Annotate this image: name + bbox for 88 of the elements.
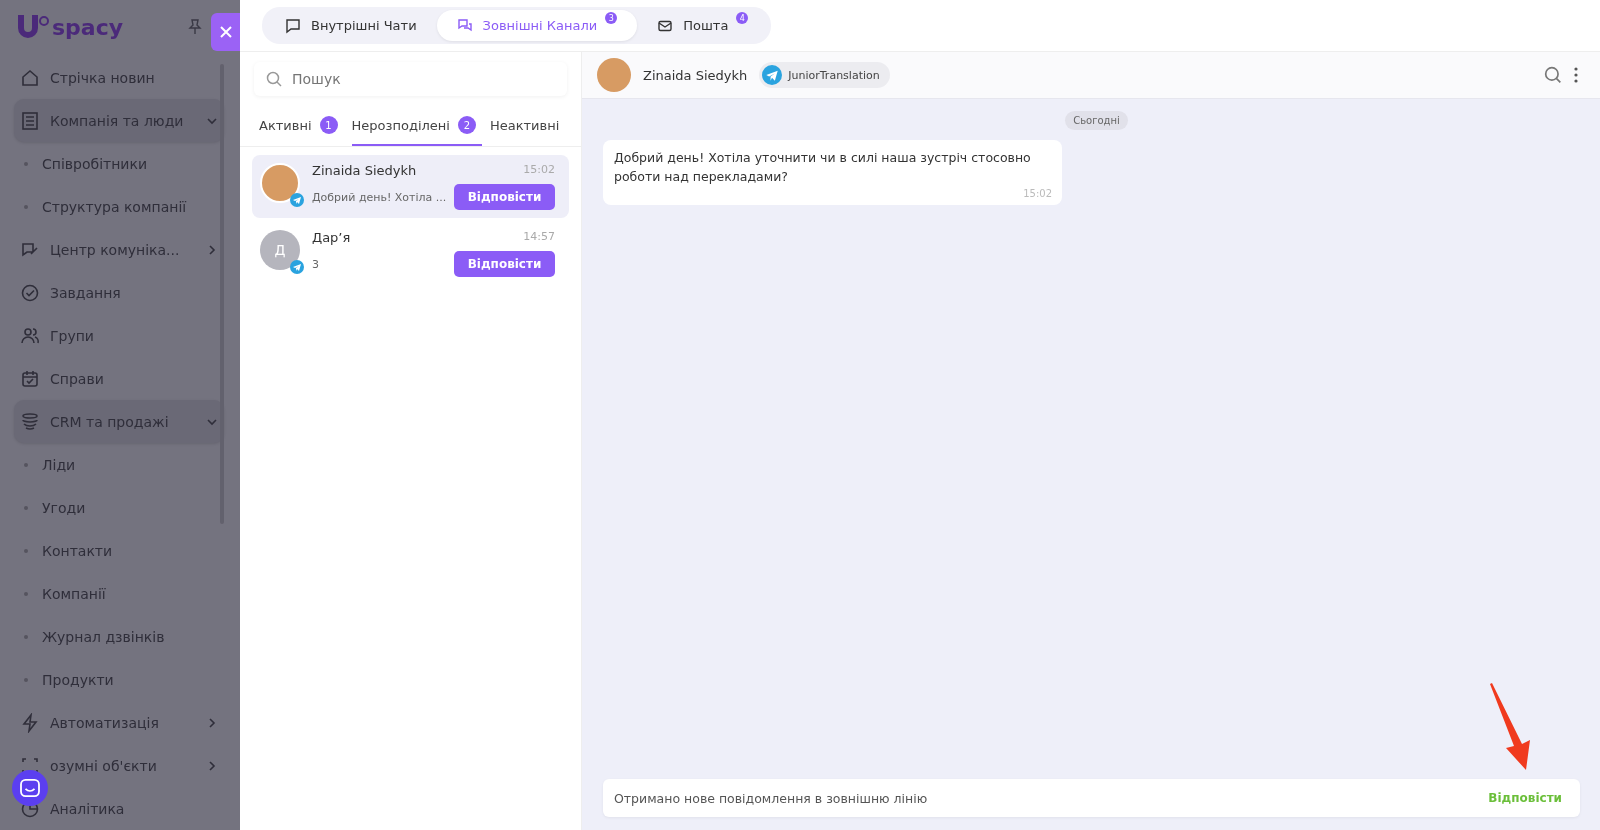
count-badge: 4 (736, 12, 749, 24)
message-preview: Добрий день! Хотіла ... (312, 190, 447, 204)
nav-subitem[interactable]: Журнал дзвінків (14, 615, 224, 658)
avatar-photo-placeholder (597, 58, 631, 92)
nav-subitem[interactable]: Компанії (14, 572, 224, 615)
nav-item[interactable]: озумні об'єкти (14, 744, 224, 787)
notification-text: Отримано нове повідомлення в зовнішню лінію (614, 790, 928, 806)
nav-label: Контакти (42, 542, 113, 559)
chevron-right-icon (206, 716, 218, 729)
channel-tab[interactable]: Пошта 4 (637, 10, 769, 41)
search-field[interactable]: Пошук (290, 70, 555, 88)
nav-subitem[interactable]: Продукти (14, 658, 224, 701)
speech-bubble-icon (456, 17, 473, 34)
count-badge: 2 (457, 116, 476, 134)
nav-label: озумні об'єкти (50, 757, 158, 774)
people-icon (20, 325, 40, 346)
contact-name: Zinaida Siedykh (312, 163, 417, 178)
nav-label: Співробітники (42, 155, 147, 172)
chat-widget-button[interactable] (12, 770, 48, 806)
message-icon (20, 779, 40, 797)
message-text: Добрий день! Хотіла уточнити чи в силі наша зустріч стосовно роботи над перекладами? (614, 149, 1032, 186)
logo-text: spacy (52, 14, 124, 40)
filter-tab[interactable]: Неактивні (489, 108, 566, 146)
nav-subitem[interactable]: Співробітники (14, 142, 224, 185)
nav-label: Групи (50, 327, 95, 344)
nav-label: Компанії (42, 585, 106, 602)
nav-subitem[interactable]: Структура компанії (14, 185, 224, 228)
check-icon (20, 282, 40, 303)
count-badge: 1 (319, 116, 338, 134)
count-badge: 3 (605, 12, 618, 24)
nav-label: Справи (50, 370, 105, 387)
chat-item[interactable]: Zinaida Siedykh 15:02 Добрий день! Хотіла ... Відповісти (252, 155, 569, 218)
building-icon (20, 110, 40, 131)
channel-chip: JuniorTranslation (759, 62, 890, 88)
nav-item[interactable]: Завдання (14, 271, 224, 314)
nav-label: Завдання (50, 284, 122, 301)
nav-subitem[interactable]: Контакти (14, 529, 224, 572)
channel-tab[interactable]: Зовнішні Канали 3 (436, 10, 638, 41)
nav-label: Продукти (42, 671, 114, 688)
contact-name: Дар’я (312, 230, 351, 245)
reply-link[interactable]: Відповісти (1488, 791, 1562, 805)
search-icon (266, 71, 282, 87)
avatar-photo-placeholder (260, 163, 300, 203)
nav-label: Структура компанії (42, 198, 187, 215)
nav-item[interactable]: Групи (14, 314, 224, 357)
nav-label: Журнал дзвінків (42, 628, 165, 645)
contact-name: Zinaida Siedykh (643, 67, 748, 83)
nav-label: Угоди (42, 499, 86, 516)
nav-item[interactable]: Справи (14, 357, 224, 400)
more-icon[interactable] (1574, 67, 1578, 83)
nav-label: CRM та продажі (50, 413, 170, 430)
paper-plane-icon (762, 65, 783, 85)
chat-item[interactable]: Д Дар’я 14:57 3 Відповісти (252, 222, 569, 285)
chevron-right-icon (206, 243, 218, 256)
reply-button[interactable]: Відповісти (454, 184, 555, 210)
chat-time: 15:02 (523, 163, 555, 178)
message-preview: 3 (312, 257, 319, 271)
avatar-initial: Д (260, 230, 300, 270)
search-icon[interactable] (1544, 66, 1562, 84)
message-time: 15:02 (1023, 188, 1052, 199)
nav-label: Ліди (42, 456, 76, 473)
nav-item[interactable]: Центр комуніка... (14, 228, 224, 271)
nav-label: Компанія та люди (50, 112, 185, 129)
bolt-icon (20, 712, 40, 733)
chevron-right-icon (206, 759, 218, 772)
close-icon (219, 26, 232, 38)
close-button[interactable] (211, 13, 240, 51)
speech-bubble-icon (285, 17, 301, 34)
nav-subitem[interactable]: Угоди (14, 486, 224, 529)
date-chip: Сьогодні (1065, 111, 1128, 130)
chat-time: 14:57 (523, 230, 555, 245)
nav-subitem[interactable]: Ліди (14, 443, 224, 486)
nav-label: Автоматизація (50, 714, 160, 731)
home-icon (20, 67, 40, 88)
nav-label: Аналітика (50, 800, 126, 817)
channel-tab[interactable]: Внутрішні Чати (265, 10, 437, 41)
pin-icon[interactable] (188, 19, 202, 35)
nav-item[interactable]: Автоматизація (14, 701, 224, 744)
coins-icon (20, 411, 40, 432)
nav-label: Стрічка новин (50, 69, 156, 86)
paper-plane-icon (290, 260, 304, 274)
filter-tab[interactable]: Активні 1 (259, 108, 344, 146)
nav-label: Центр комуніка... (50, 241, 181, 258)
reply-button[interactable]: Відповісти (454, 251, 555, 277)
calendar-icon (20, 368, 40, 389)
paper-plane-icon (290, 193, 304, 207)
filter-tab[interactable]: Нерозподілені 2 (351, 108, 482, 146)
nav-item[interactable]: Стрічка новин (14, 56, 224, 99)
